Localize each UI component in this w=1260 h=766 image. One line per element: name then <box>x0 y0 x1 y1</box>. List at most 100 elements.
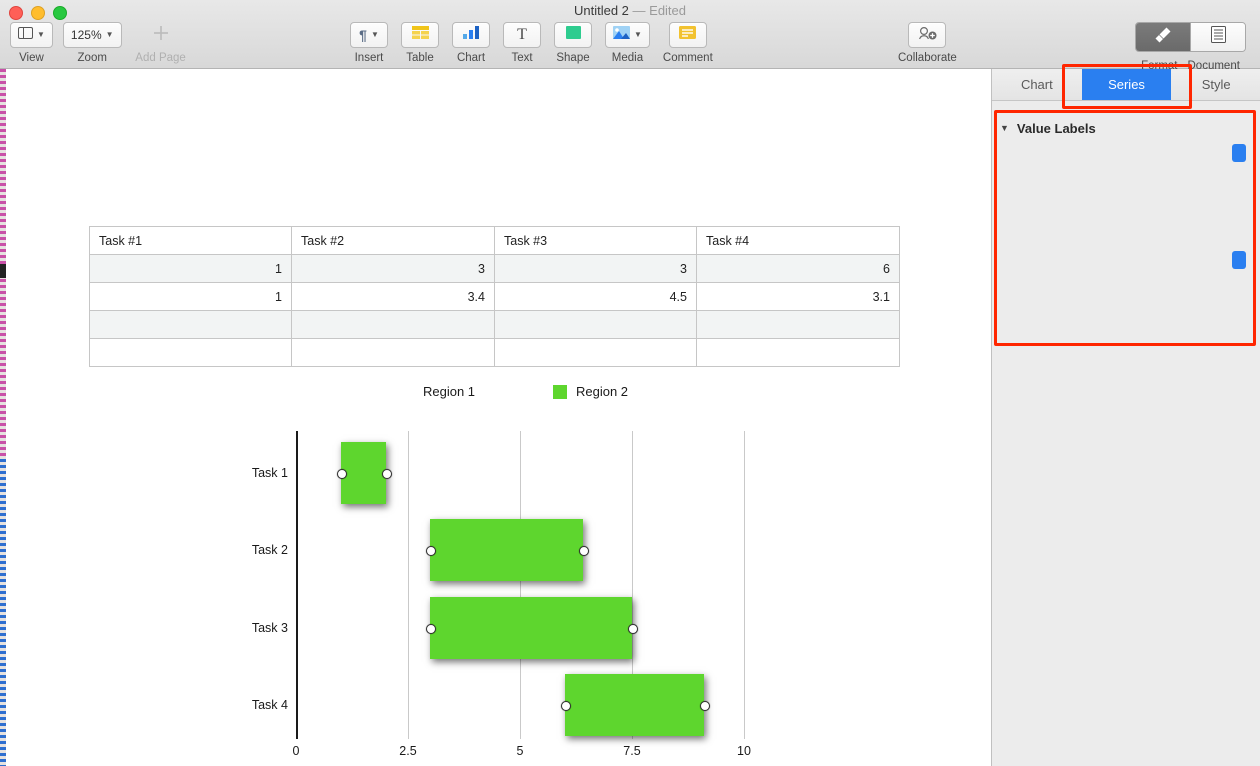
edge-strip-lower <box>0 459 6 766</box>
chart-y-axis-line <box>296 431 298 739</box>
table-cell[interactable]: 1 <box>90 283 292 311</box>
legend-item-region-2[interactable]: Region 2 <box>553 384 628 399</box>
table-button-face[interactable] <box>401 22 439 48</box>
chart-bar-task-2[interactable] <box>430 519 583 581</box>
table-cell[interactable]: 6 <box>697 255 900 283</box>
shape-button-face[interactable] <box>554 22 592 48</box>
chart-y-tick-label: Task 1 <box>230 466 288 480</box>
chart-bar-handle-end[interactable] <box>579 546 589 556</box>
format-toggle-button[interactable] <box>1136 23 1190 51</box>
table-cell[interactable] <box>90 311 292 339</box>
chart-bar-handle-start[interactable] <box>426 624 436 634</box>
chart-button-face[interactable] <box>452 22 490 48</box>
chart-gridline <box>520 431 521 739</box>
chart-x-tick-label: 7.5 <box>623 744 640 758</box>
tab-chart[interactable]: Chart <box>992 69 1082 100</box>
table-button[interactable]: Table <box>401 22 439 64</box>
collaborate-button-face[interactable] <box>908 22 946 48</box>
media-icon <box>613 26 630 44</box>
legend-item-region-1[interactable]: Region 1 <box>400 384 475 399</box>
table-icon <box>412 26 429 44</box>
insert-button[interactable]: ¶ ▼ Insert <box>350 22 388 64</box>
chart-gridline <box>744 431 745 739</box>
table-cell[interactable]: 3.4 <box>292 283 495 311</box>
collaborate-button[interactable]: Collaborate <box>898 22 957 64</box>
sidebar-icon <box>18 26 33 44</box>
table-cell[interactable] <box>697 311 900 339</box>
comment-button[interactable]: Comment <box>663 22 713 64</box>
comment-icon <box>679 26 696 44</box>
document-canvas[interactable]: Task #1 Task #2 Task #3 Task #4 1 3 3 6 … <box>0 69 991 766</box>
chevron-down-icon: ▼ <box>106 31 114 39</box>
text-button[interactable]: T Text <box>503 22 541 64</box>
document-toggle-button[interactable] <box>1190 23 1245 51</box>
toolbar-collaborate-group: Collaborate <box>898 22 957 64</box>
media-button[interactable]: ▼ Media <box>605 22 650 64</box>
add-page-button: Add Page <box>132 22 190 64</box>
comment-button-label: Comment <box>663 52 713 64</box>
legend-swatch-icon <box>400 385 414 399</box>
value-labels-popup-chip[interactable] <box>1232 144 1246 162</box>
table-cell[interactable]: 1 <box>90 255 292 283</box>
shape-button[interactable]: Shape <box>554 22 592 64</box>
table-cell[interactable]: 4.5 <box>495 283 697 311</box>
chart-bar-handle-start[interactable] <box>426 546 436 556</box>
chart-bar-handle-start[interactable] <box>337 469 347 479</box>
zoom-button-face[interactable]: 125% ▼ <box>63 22 122 48</box>
value-labels-section-header[interactable]: ▼ Value Labels <box>1000 117 1252 139</box>
zoom-button[interactable]: 125% ▼ Zoom <box>63 22 122 64</box>
tab-style[interactable]: Style <box>1171 69 1260 100</box>
text-button-label: Text <box>511 52 532 64</box>
pilcrow-icon: ¶ <box>359 27 367 43</box>
chart-y-tick-label: Task 2 <box>230 543 288 557</box>
chart-icon <box>463 26 480 44</box>
chart-x-tick-label: 5 <box>517 744 524 758</box>
table-cell[interactable]: 3 <box>292 255 495 283</box>
decimals-stepper-chip[interactable] <box>1232 251 1246 269</box>
table-cell[interactable] <box>697 339 900 367</box>
text-button-face[interactable]: T <box>503 22 541 48</box>
format-inspector-panel: Chart Series Style ▼ Value Labels ✓ None… <box>991 69 1260 766</box>
tab-series[interactable]: Series <box>1082 69 1172 100</box>
table-cell[interactable] <box>90 339 292 367</box>
document-edge-strip <box>0 69 6 766</box>
chart-button-label: Chart <box>457 52 485 64</box>
view-button-face[interactable]: ▼ <box>10 22 53 48</box>
disclosure-triangle-icon[interactable]: ▼ <box>1000 123 1009 133</box>
table-row <box>90 311 900 339</box>
media-button-face[interactable]: ▼ <box>605 22 650 48</box>
table-header-row: Task #1 Task #2 Task #3 Task #4 <box>90 227 900 255</box>
chart-button[interactable]: Chart <box>452 22 490 64</box>
bar-chart[interactable]: Task 1 Task 2 Task 3 Task 4 0 2.5 5 7.5 … <box>230 424 770 766</box>
chart-bar-handle-end[interactable] <box>628 624 638 634</box>
chart-x-tick-label: 10 <box>737 744 751 758</box>
inspector-toggle-segment[interactable] <box>1135 22 1246 52</box>
chart-bar-handle-end[interactable] <box>700 701 710 711</box>
table-cell[interactable] <box>292 311 495 339</box>
chart-bar-task-3[interactable] <box>430 597 632 659</box>
table-cell[interactable] <box>495 311 697 339</box>
document-title: Untitled 2 — Edited <box>0 3 1260 18</box>
chart-bar-handle-end[interactable] <box>382 469 392 479</box>
table-cell[interactable] <box>292 339 495 367</box>
chart-legend[interactable]: Region 1 Region 2 <box>300 384 760 406</box>
legend-swatch-icon <box>553 385 567 399</box>
chart-bar-handle-start[interactable] <box>561 701 571 711</box>
table-cell[interactable] <box>495 339 697 367</box>
view-button[interactable]: ▼ View <box>10 22 53 64</box>
table-row: 1 3 3 6 <box>90 255 900 283</box>
table-header-cell[interactable]: Task #3 <box>495 227 697 255</box>
table-header-cell[interactable]: Task #4 <box>697 227 900 255</box>
chart-bar-task-1[interactable] <box>341 442 386 504</box>
table-cell[interactable]: 3.1 <box>697 283 900 311</box>
document-icon <box>1211 26 1226 48</box>
chart-data-table[interactable]: Task #1 Task #2 Task #3 Task #4 1 3 3 6 … <box>89 226 900 367</box>
insert-button-face[interactable]: ¶ ▼ <box>350 22 388 48</box>
table-cell[interactable]: 3 <box>495 255 697 283</box>
comment-button-face[interactable] <box>669 22 707 48</box>
table-header-cell[interactable]: Task #2 <box>292 227 495 255</box>
table-header-cell[interactable]: Task #1 <box>90 227 292 255</box>
chart-gridline <box>408 431 409 739</box>
chevron-down-icon: ▼ <box>634 31 642 39</box>
chart-bar-task-4[interactable] <box>565 674 704 736</box>
